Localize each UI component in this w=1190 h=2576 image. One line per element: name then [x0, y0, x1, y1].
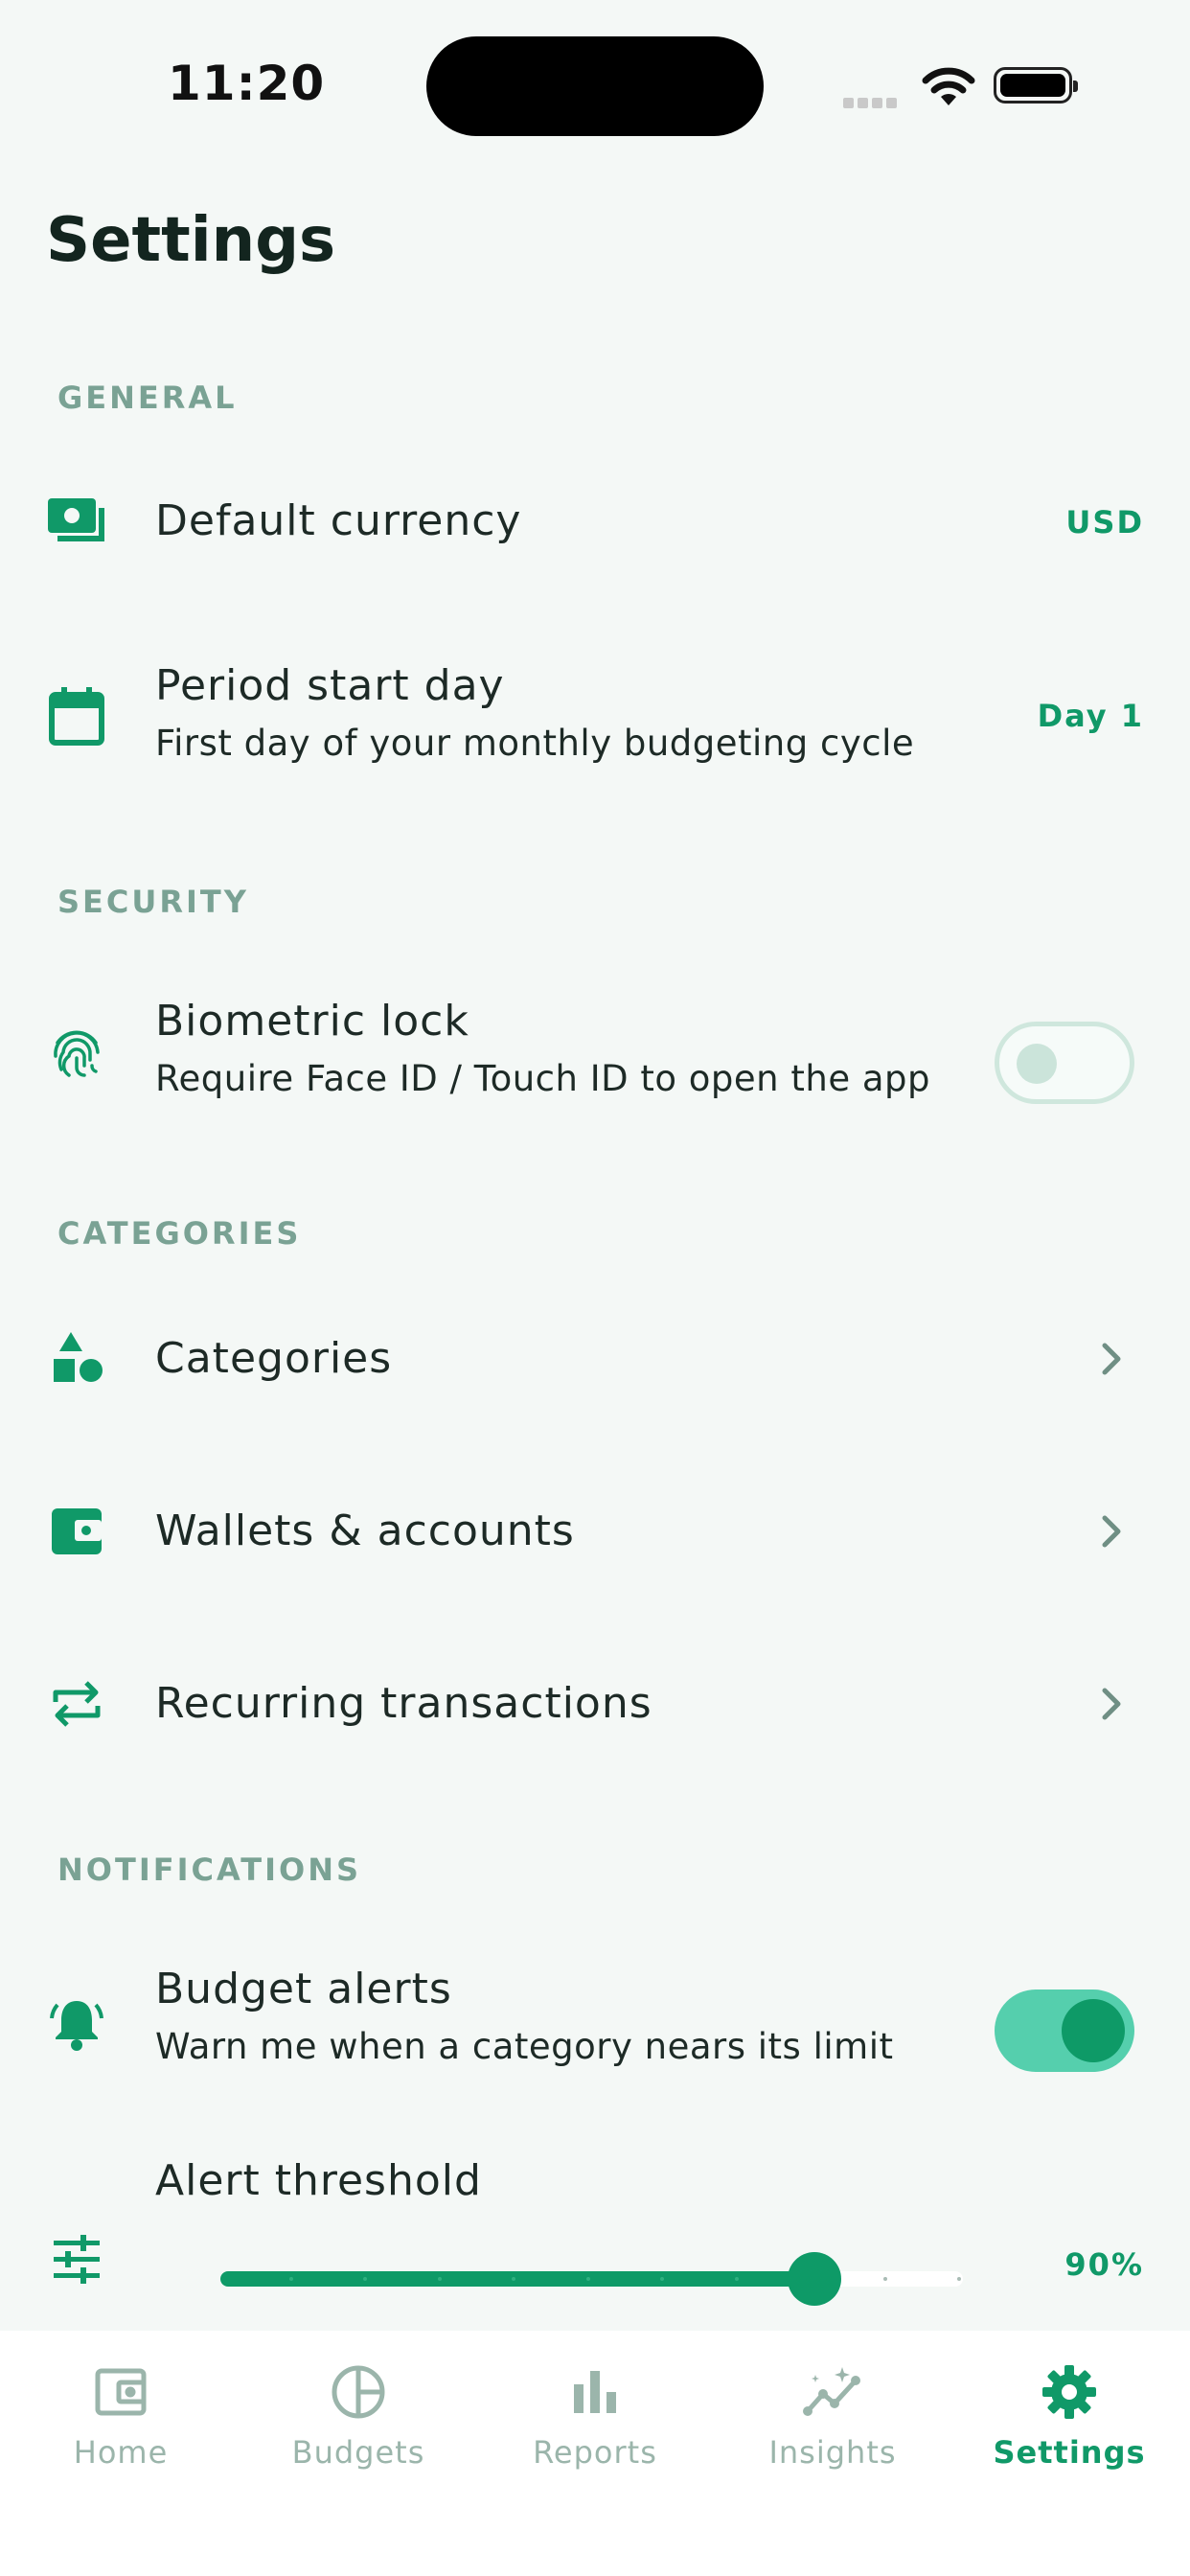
alert-threshold-slider[interactable] — [220, 2252, 963, 2306]
slider-tick — [585, 2277, 590, 2281]
tab-settings[interactable]: Settings — [950, 2331, 1188, 2503]
budget-alerts-subtitle: Warn me when a category nears its limit — [155, 2026, 894, 2067]
tab-budgets-label: Budgets — [291, 2434, 425, 2471]
budget-alerts-title: Budget alerts — [155, 1965, 452, 2013]
cellular-signal-icon — [843, 94, 901, 112]
chevron-right-icon — [1097, 1512, 1126, 1554]
period-start-subtitle: First day of your monthly budgeting cycl… — [155, 723, 915, 764]
budget-alerts-toggle[interactable] — [995, 1990, 1134, 2072]
shapes-icon — [46, 1328, 107, 1390]
toggle-knob — [1062, 1999, 1125, 2062]
slider-tick — [512, 2277, 515, 2281]
wallet-icon — [46, 1501, 107, 1562]
biometric-lock-subtitle: Require Face ID / Touch ID to open the a… — [155, 1058, 931, 1099]
wallets-accounts-row[interactable]: Wallets & accounts — [0, 1457, 1190, 1600]
recurring-transactions-title: Recurring transactions — [155, 1679, 652, 1728]
repeat-icon — [46, 1673, 107, 1735]
categories-title: Categories — [155, 1334, 393, 1383]
status-time: 11:20 — [168, 56, 326, 111]
slider-tick — [288, 2277, 293, 2281]
calendar-icon — [46, 685, 107, 747]
wallets-accounts-title: Wallets & accounts — [155, 1506, 575, 1555]
biometric-lock-row[interactable]: Biometric lock Require Face ID / Touch I… — [0, 978, 1190, 1140]
bar-chart-icon — [564, 2361, 626, 2423]
tab-budgets[interactable]: Budgets — [240, 2331, 477, 2503]
chevron-right-icon — [1097, 1685, 1126, 1727]
recurring-transactions-row[interactable]: Recurring transactions — [0, 1629, 1190, 1773]
fingerprint-icon — [46, 1024, 107, 1085]
biometric-lock-title: Biometric lock — [155, 997, 469, 1046]
section-general-label: GENERAL — [57, 380, 238, 416]
tab-reports-label: Reports — [533, 2434, 657, 2471]
gear-icon — [1039, 2361, 1100, 2423]
period-start-row[interactable]: Period start day First day of your month… — [0, 642, 1190, 795]
alert-threshold-row: Alert threshold 90% — [0, 2147, 1190, 2319]
battery-icon — [994, 67, 1078, 104]
slider-fill — [220, 2271, 814, 2287]
alert-threshold-title: Alert threshold — [155, 2156, 482, 2205]
tab-home[interactable]: Home — [2, 2331, 240, 2503]
cash-icon — [46, 491, 107, 552]
dynamic-island — [426, 36, 764, 136]
chevron-right-icon — [1097, 1340, 1126, 1382]
slider-tick — [437, 2277, 442, 2281]
slider-tick — [660, 2277, 664, 2281]
section-notifications-label: NOTIFICATIONS — [57, 1852, 362, 1888]
budget-alerts-row[interactable]: Budget alerts Warn me when a category ne… — [0, 1945, 1190, 2108]
default-currency-title: Default currency — [155, 496, 522, 545]
categories-row[interactable]: Categories — [0, 1284, 1190, 1428]
default-currency-value: USD — [1065, 504, 1144, 540]
alert-threshold-value: 90% — [1064, 2246, 1144, 2283]
tab-insights[interactable]: Insights — [714, 2331, 951, 2503]
wallet-icon — [90, 2361, 151, 2423]
page-title: Settings — [46, 205, 336, 276]
biometric-lock-toggle[interactable] — [995, 1022, 1134, 1104]
tab-reports[interactable]: Reports — [476, 2331, 714, 2503]
period-start-title: Period start day — [155, 661, 505, 710]
pie-chart-icon — [328, 2361, 389, 2423]
status-bar: 11:20 — [0, 0, 1190, 172]
slider-tick — [734, 2277, 739, 2281]
tab-insights-label: Insights — [768, 2434, 897, 2471]
insights-icon — [802, 2361, 863, 2423]
slider-tick — [882, 2277, 887, 2281]
tab-settings-label: Settings — [993, 2434, 1146, 2471]
tune-icon — [46, 2229, 107, 2290]
section-security-label: SECURITY — [57, 884, 249, 920]
default-currency-row[interactable]: Default currency USD — [0, 450, 1190, 594]
bell-icon — [46, 1993, 107, 2055]
slider-thumb[interactable] — [788, 2252, 841, 2306]
toggle-knob — [1017, 1044, 1057, 1084]
tab-bar: Home Budgets Reports Insights Settings — [0, 2331, 1190, 2576]
slider-tick — [363, 2277, 367, 2281]
period-start-value: Day 1 — [1037, 698, 1144, 734]
wifi-icon — [920, 63, 977, 113]
tab-home-label: Home — [73, 2434, 169, 2471]
slider-tick — [957, 2277, 961, 2281]
section-categories-label: CATEGORIES — [57, 1215, 302, 1252]
